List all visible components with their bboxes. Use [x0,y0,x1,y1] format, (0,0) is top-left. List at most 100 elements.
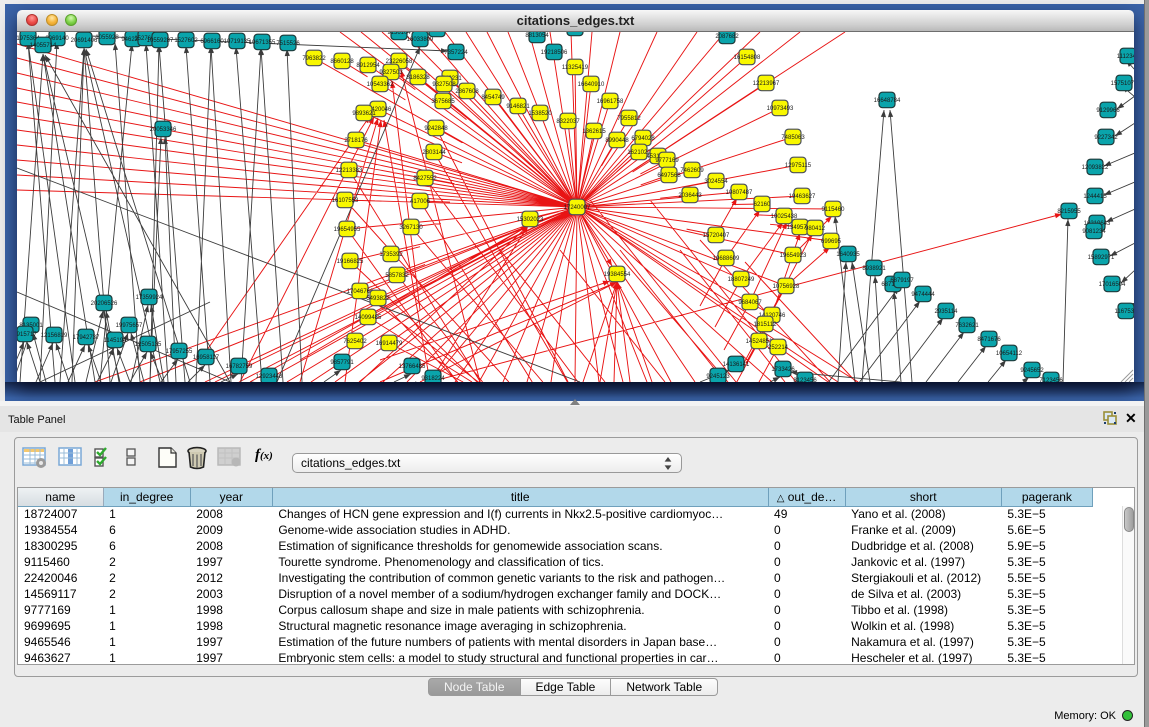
svg-text:10807487: 10807487 [726,190,753,196]
svg-text:10559287: 10559287 [147,38,174,44]
svg-text:62160: 62160 [754,202,771,208]
svg-text:6497568: 6497568 [657,173,681,179]
svg-text:16782759: 16782759 [226,364,253,370]
svg-text:12213383: 12213383 [336,168,363,174]
svg-text:13766485: 13766485 [399,364,426,370]
svg-text:10543362: 10543362 [367,82,394,88]
svg-text:1055928: 1055928 [95,35,119,41]
svg-text:6794028: 6794028 [631,136,655,142]
svg-text:9081234: 9081234 [1082,229,1106,235]
svg-text:8123456: 8123456 [793,378,817,382]
svg-text:8427552: 8427552 [413,176,437,182]
svg-text:19384554: 19384554 [604,272,631,278]
svg-text:17240007: 17240007 [564,205,591,211]
svg-text:2867608: 2867608 [455,89,479,95]
svg-text:17942737: 17942737 [73,335,100,341]
svg-text:16033809: 16033809 [407,37,434,43]
svg-text:2036443: 2036443 [678,193,702,199]
svg-text:9115460: 9115460 [822,207,846,213]
svg-text:3267130: 3267130 [399,225,423,231]
svg-text:9474444: 9474444 [911,292,935,298]
svg-text:17359924: 17359924 [136,295,163,301]
svg-text:2087682: 2087682 [715,34,739,40]
svg-text:20053346: 20053346 [150,127,177,133]
svg-text:17016504: 17016504 [1099,282,1126,288]
svg-text:9684067: 9684067 [738,300,762,306]
svg-text:980412: 980412 [805,226,826,232]
svg-text:12975115: 12975115 [785,163,812,169]
svg-text:7123456: 7123456 [1039,378,1063,382]
svg-text:9777169: 9777169 [655,158,679,164]
svg-text:8912954: 8912954 [356,63,380,69]
svg-text:417006: 417006 [410,199,431,205]
svg-text:19463627: 19463627 [789,194,816,200]
svg-text:16958117: 16958117 [193,355,220,361]
svg-text:2935114: 2935114 [935,309,959,315]
svg-text:14136141: 14136141 [723,362,750,368]
svg-text:2803144: 2803144 [422,150,446,156]
svg-text:3675685: 3675685 [431,99,455,105]
svg-text:1112345: 1112345 [1117,54,1134,60]
svg-text:10973493: 10973493 [767,106,794,112]
svg-text:8938921: 8938921 [862,266,886,272]
svg-text:15751074: 15751074 [1111,81,1134,87]
svg-text:11325419: 11325419 [562,65,589,71]
svg-text:20206526: 20206526 [91,301,118,307]
svg-text:1244415: 1244415 [1083,194,1107,200]
svg-text:1167533: 1167533 [1115,309,1134,315]
svg-text:19166825: 19166825 [337,259,364,265]
svg-text:15892971: 15892971 [1088,255,1115,261]
svg-text:8215955: 8215955 [1057,209,1081,215]
svg-text:12505135: 12505135 [135,342,162,348]
svg-text:1735392: 1735392 [379,252,403,258]
svg-text:3915717: 3915717 [17,332,37,338]
svg-text:9227342: 9227342 [1094,135,1118,141]
svg-text:12923448: 12923448 [256,374,283,380]
svg-text:252214: 252214 [768,345,789,351]
svg-text:7963822: 7963822 [302,56,326,62]
svg-text:8813054: 8813054 [525,33,549,39]
svg-text:12093822: 12093822 [1082,165,1109,171]
svg-text:16914479: 16914479 [376,341,403,347]
svg-text:9245652: 9245652 [1020,368,1044,374]
svg-text:8990448: 8990448 [605,138,629,144]
svg-text:6966160: 6966160 [200,39,224,45]
svg-text:10719135: 10719135 [224,39,251,45]
svg-text:1145194: 1145194 [104,338,128,344]
svg-text:14099485: 14099485 [355,315,382,321]
svg-text:7632621: 7632621 [955,323,979,329]
svg-text:7955812: 7955812 [617,116,641,122]
svg-text:19218506: 19218506 [541,50,568,56]
svg-text:8454749: 8454749 [481,95,505,101]
svg-text:8186328: 8186328 [406,75,430,81]
svg-text:7462609: 7462609 [680,168,704,174]
svg-text:9857791: 9857791 [330,360,354,366]
svg-text:19654955: 19654955 [334,227,361,233]
svg-text:9893621: 9893621 [352,111,376,117]
svg-text:15302023: 15302023 [517,217,544,223]
svg-text:1733426: 1733426 [771,367,795,373]
svg-text:16107553: 16107553 [332,198,359,204]
svg-text:12213967: 12213967 [753,81,780,87]
svg-text:10671355: 10671355 [249,40,276,46]
svg-text:1362615: 1362615 [582,129,606,135]
svg-text:16154808: 16154808 [734,55,761,61]
svg-text:7515526: 7515526 [276,41,300,47]
svg-text:9245123: 9245123 [706,374,730,380]
svg-text:3024554: 3024554 [704,179,728,185]
svg-text:2718176: 2718176 [344,138,368,144]
svg-text:7485063: 7485063 [781,135,805,141]
svg-text:1640935: 1640935 [836,252,860,258]
svg-text:19654923: 19654923 [780,253,807,259]
svg-text:16648784: 16648784 [874,98,901,104]
svg-text:1527602: 1527602 [174,38,198,44]
svg-text:12156819: 12156819 [41,333,68,339]
svg-text:8660128: 8660128 [330,59,354,65]
svg-text:5857832: 5857832 [385,273,409,279]
svg-text:10688609: 10688609 [713,256,740,262]
svg-text:9327503: 9327503 [379,70,403,76]
svg-text:9129966: 9129966 [1096,108,1120,114]
svg-text:18807249: 18807249 [728,277,755,283]
svg-text:6879197: 6879197 [890,278,914,284]
svg-text:19975657: 19975657 [116,323,143,329]
